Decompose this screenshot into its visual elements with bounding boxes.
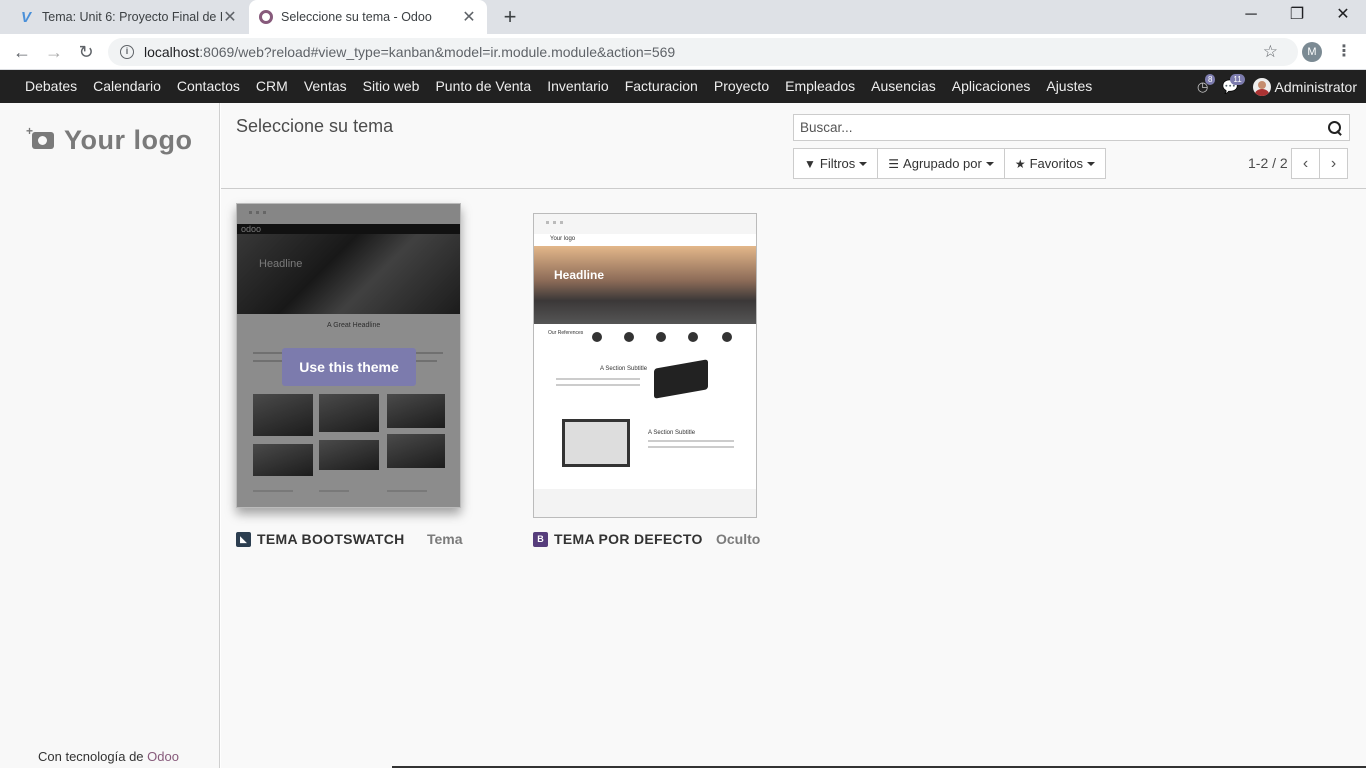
theme-preview[interactable]: odoo Headline A Great Headline Use this …: [236, 203, 461, 508]
url-host: localhost: [144, 44, 200, 60]
close-window-button[interactable]: ✕: [1320, 0, 1366, 30]
theme-name: TEMA POR DEFECTO: [554, 531, 703, 547]
website-sidebar: + Your logo Con tecnología de Odoo: [0, 103, 220, 768]
theme-card-default[interactable]: Your logo Headline Our References A Sect…: [533, 213, 761, 548]
menu-item-proyecto[interactable]: Proyecto: [706, 70, 777, 103]
activity-count-badge: 8: [1205, 73, 1216, 85]
menu-item-empleados[interactable]: Empleados: [777, 70, 863, 103]
forward-button[interactable]: →: [40, 38, 68, 66]
search-input[interactable]: [800, 120, 1327, 135]
powered-prefix: Con tecnología de: [38, 749, 148, 764]
menu-item-contactos[interactable]: Contactos: [169, 70, 248, 103]
url-path: :8069/web?reload#view_type=kanban&model=…: [199, 44, 676, 60]
tab-title: Tema: Unit 6: Proyecto Final de BI: [42, 10, 222, 24]
menu-item-punto-de-venta[interactable]: Punto de Venta: [427, 70, 539, 103]
main-content: Seleccione su tema ▼Filtros ☰Agrupado po…: [221, 103, 1366, 768]
theme-name: TEMA BOOTSWATCH: [257, 531, 405, 547]
search-options: ▼ Filtros ☰ Agrupado por ★ Favoritos: [793, 148, 1107, 179]
odoo-link[interactable]: Odoo: [147, 749, 179, 764]
camera-icon: +: [26, 124, 54, 149]
menu-item-calendario[interactable]: Calendario: [85, 70, 169, 103]
browser-tabstrip: V Tema: Unit 6: Proyecto Final de BI ✕ S…: [0, 0, 1366, 34]
filter-icon: ▼: [804, 156, 816, 171]
menu-item-aplicaciones[interactable]: Aplicaciones: [944, 70, 1039, 103]
reload-button[interactable]: ↻: [72, 38, 100, 66]
browser-tab-2[interactable]: Seleccione su tema - Odoo ✕: [249, 0, 487, 34]
preview-references: Our References: [548, 330, 584, 336]
pager-next-button[interactable]: ›: [1319, 148, 1348, 179]
kanban-view: odoo Headline A Great Headline Use this …: [221, 190, 1366, 580]
bootstrap-icon: B: [533, 531, 548, 547]
menu-item-ausencias[interactable]: Ausencias: [863, 70, 944, 103]
messages-count-badge: 11: [1230, 73, 1245, 85]
theme-tag: Tema: [427, 531, 463, 547]
close-icon[interactable]: ✕: [222, 7, 238, 27]
caret-down-icon: [1087, 161, 1096, 166]
minimize-button[interactable]: ─: [1228, 0, 1274, 30]
menu-item-sitio-web[interactable]: Sitio web: [355, 70, 428, 103]
preview-headline: Headline: [554, 268, 605, 282]
systray: ◷ 8 💬 11 Administrator: [1197, 70, 1366, 103]
menu-item-facturacion[interactable]: Facturacion: [617, 70, 706, 103]
app-menu: Debates Calendario Contactos CRM Ventas Sitio…: [17, 70, 1100, 103]
menu-item-ventas[interactable]: Ventas: [296, 70, 355, 103]
preview-section: A Section Subtitle: [648, 430, 696, 436]
browser-menu-icon[interactable]: ⋮: [1336, 40, 1352, 64]
url-text: localhost:8069/web?reload#view_type=kanb…: [144, 44, 675, 60]
logo-text: Your logo: [64, 125, 193, 155]
profile-avatar[interactable]: M: [1302, 42, 1322, 62]
menu-item-crm[interactable]: CRM: [248, 70, 296, 103]
filters-button[interactable]: ▼ Filtros: [793, 148, 879, 179]
favorites-button[interactable]: ★ Favoritos: [1003, 148, 1107, 179]
activity-icon[interactable]: ◷ 8: [1197, 73, 1216, 95]
star-icon: ★: [1014, 156, 1026, 171]
menu-item-inventario[interactable]: Inventario: [539, 70, 616, 103]
odoo-icon: [259, 10, 273, 24]
powered-by: Con tecnología de Odoo: [38, 749, 179, 764]
theme-preview[interactable]: Your logo Headline Our References A Sect…: [533, 213, 757, 518]
menu-item-ajustes[interactable]: Ajustes: [1038, 70, 1100, 103]
preview-section: A Section Subtitle: [600, 366, 648, 372]
page-title: Seleccione su tema: [236, 116, 394, 136]
search-box: [793, 114, 1350, 141]
favorites-label: Favoritos: [1029, 156, 1084, 171]
filters-label: Filtros: [819, 156, 856, 171]
theme-card-bootswatch[interactable]: odoo Headline A Great Headline Use this …: [236, 203, 463, 548]
group-by-label: Agrupado por: [903, 156, 982, 171]
tab-title: Seleccione su tema - Odoo: [281, 10, 432, 24]
new-tab-button[interactable]: +: [498, 4, 522, 30]
odoo-main-nav: Debates Calendario Contactos CRM Ventas Sitio…: [0, 70, 1366, 103]
address-bar[interactable]: i localhost:8069/web?reload#view_type=ka…: [108, 38, 1298, 66]
browser-tab-1[interactable]: V Tema: Unit 6: Proyecto Final de BI ✕: [8, 0, 248, 34]
user-avatar[interactable]: [1252, 77, 1271, 96]
v-icon: V: [20, 8, 31, 26]
messages-icon[interactable]: 💬 11: [1222, 73, 1245, 95]
pager-value[interactable]: 1-2 / 2: [1248, 155, 1288, 171]
user-menu[interactable]: Administrator: [1275, 79, 1357, 95]
restore-button[interactable]: ❐: [1274, 0, 1320, 30]
caret-down-icon: [859, 161, 868, 166]
back-button[interactable]: ←: [8, 38, 36, 66]
preview-logo: Your logo: [550, 236, 576, 242]
search-icon[interactable]: [1327, 120, 1343, 136]
caret-down-icon: [985, 161, 994, 166]
bookmark-star-icon[interactable]: ☆: [1263, 42, 1278, 62]
menu-item-debates[interactable]: Debates: [17, 70, 85, 103]
bootswatch-icon: ◣: [236, 531, 251, 547]
group-by-button[interactable]: ☰ Agrupado por: [877, 148, 1005, 179]
pager-previous-button[interactable]: ‹: [1291, 148, 1320, 179]
bars-icon: ☰: [888, 156, 900, 171]
use-this-theme-button[interactable]: Use this theme: [282, 348, 416, 386]
browser-toolbar: ← → ↻ i localhost:8069/web?reload#view_t…: [0, 34, 1366, 70]
control-panel: Seleccione su tema ▼Filtros ☰Agrupado po…: [221, 103, 1366, 189]
company-logo[interactable]: + Your logo: [26, 124, 193, 156]
close-icon[interactable]: ✕: [461, 7, 477, 27]
info-icon[interactable]: i: [120, 45, 134, 59]
theme-tag: Oculto: [716, 531, 761, 547]
